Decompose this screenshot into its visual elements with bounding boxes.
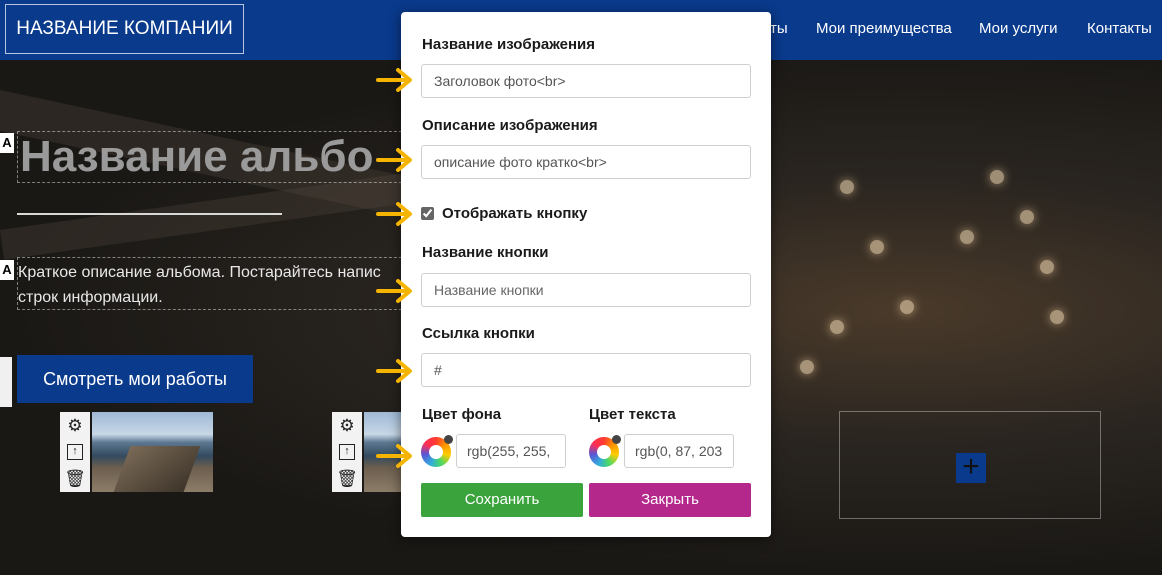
thumbnail-toolbar: ⚙ ↑ 🗑: [332, 412, 362, 492]
thumbnail-toolbar: ⚙ ↑ 🗑: [60, 412, 90, 492]
background-beam: [0, 171, 421, 260]
nav-link-partial[interactable]: ты: [770, 20, 788, 37]
image-description-label: Описание изображения: [422, 117, 598, 134]
album-description: Краткое описание альбома. Постарайтесь н…: [18, 264, 381, 306]
album-title: Название альбо: [20, 132, 374, 181]
pointer-arrow-icon: [376, 444, 412, 468]
save-button[interactable]: Сохранить: [421, 483, 583, 517]
show-button-row[interactable]: Отображать кнопку: [421, 205, 587, 222]
upload-icon[interactable]: ↑: [339, 444, 355, 460]
pen-icon: [612, 435, 621, 444]
background-light: [1050, 310, 1064, 324]
nav-link-contacts[interactable]: Контакты: [1087, 20, 1152, 37]
image-title-input[interactable]: [421, 64, 751, 98]
button-name-label: Название кнопки: [422, 244, 549, 261]
color-picker-icon[interactable]: [589, 435, 621, 467]
upload-icon[interactable]: ↑: [67, 444, 83, 460]
pointer-arrow-icon: [376, 279, 412, 303]
pointer-arrow-icon: [376, 202, 412, 226]
background-light: [960, 230, 974, 244]
button-link-label: Ссылка кнопки: [422, 325, 535, 342]
pointer-arrow-icon: [376, 359, 412, 383]
pointer-arrow-icon: [376, 68, 412, 92]
view-works-button[interactable]: Смотреть мои работы: [17, 355, 253, 403]
pointer-arrow-icon: [376, 148, 412, 172]
background-light: [990, 170, 1004, 184]
button-name-input[interactable]: [421, 273, 751, 307]
brand-logo[interactable]: НАЗВАНИЕ КОМПАНИИ: [5, 4, 244, 54]
image-title-label: Название изображения: [422, 36, 596, 53]
background-light: [900, 300, 914, 314]
button-tools-strip[interactable]: [0, 357, 12, 407]
background-light: [840, 180, 854, 194]
background-light: [1020, 210, 1034, 224]
background-light: [870, 240, 884, 254]
button-link-input[interactable]: [421, 353, 751, 387]
trash-icon[interactable]: 🗑: [336, 470, 358, 487]
text-color-label: Цвет текста: [589, 406, 676, 423]
close-button[interactable]: Закрыть: [589, 483, 751, 517]
background-color-input[interactable]: [456, 434, 566, 468]
trash-icon[interactable]: 🗑: [64, 470, 86, 487]
image-description-input[interactable]: [421, 145, 751, 179]
text-color-input[interactable]: [624, 434, 734, 468]
show-button-checkbox[interactable]: [421, 207, 434, 220]
text-edit-icon[interactable]: A: [0, 260, 14, 280]
thumbnail-image[interactable]: [92, 412, 213, 492]
show-button-label: Отображать кнопку: [442, 205, 588, 222]
gear-icon[interactable]: ⚙: [339, 417, 354, 434]
image-settings-modal: Название изображения Описание изображени…: [401, 12, 771, 537]
add-block-button[interactable]: +: [956, 452, 986, 483]
nav-link-advantages[interactable]: Мои преимущества: [816, 20, 952, 37]
color-picker-icon[interactable]: [421, 435, 453, 467]
background-color-label: Цвет фона: [422, 406, 502, 423]
background-light: [800, 360, 814, 374]
background-light: [830, 320, 844, 334]
text-edit-icon[interactable]: A: [0, 133, 14, 153]
pen-icon: [444, 435, 453, 444]
gear-icon[interactable]: ⚙: [67, 417, 82, 434]
nav-link-services[interactable]: Мои услуги: [979, 20, 1058, 37]
title-divider: [17, 213, 282, 215]
boat-shape: [113, 446, 201, 492]
background-light: [1040, 260, 1054, 274]
